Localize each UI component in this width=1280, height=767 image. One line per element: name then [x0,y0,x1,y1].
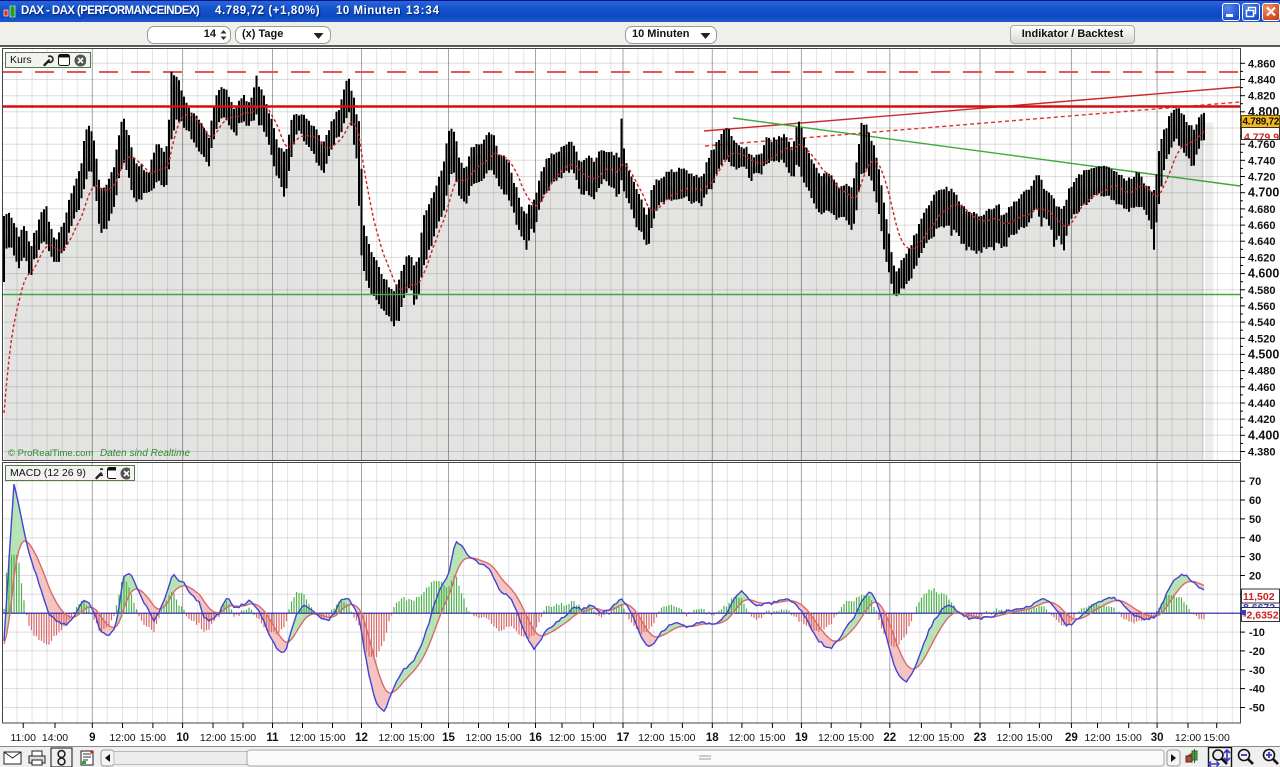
svg-text:4.600: 4.600 [1248,267,1279,281]
svg-text:15: 15 [442,732,455,744]
svg-text:15:00: 15:00 [580,732,606,744]
svg-text:4.400: 4.400 [1248,428,1279,442]
svg-text:-40: -40 [1249,684,1265,696]
svg-text:15:00: 15:00 [1204,732,1230,744]
svg-text:-2,6352: -2,6352 [1243,610,1279,622]
svg-text:12: 12 [355,732,368,744]
svg-text:15:00: 15:00 [230,732,256,744]
svg-text:4.440: 4.440 [1248,398,1276,410]
svg-text:29: 29 [1065,732,1078,744]
svg-text:23: 23 [974,732,987,744]
svg-text:© ProRealTime.com: © ProRealTime.com [8,448,93,459]
svg-text:12:00: 12:00 [638,732,664,744]
svg-text:4.520: 4.520 [1248,333,1276,345]
svg-text:70: 70 [1249,476,1261,488]
svg-text:12:00: 12:00 [109,732,135,744]
svg-text:15:00: 15:00 [848,732,874,744]
svg-text:4.620: 4.620 [1248,252,1276,264]
svg-text:16: 16 [529,732,542,744]
svg-text:4.840: 4.840 [1248,75,1276,87]
svg-text:22: 22 [883,732,896,744]
svg-text:4.700: 4.700 [1248,186,1279,200]
svg-text:18: 18 [706,732,719,744]
svg-text:10: 10 [176,732,189,744]
svg-text:30: 30 [1249,552,1261,564]
svg-text:15:00: 15:00 [1026,732,1052,744]
svg-text:12:00: 12:00 [378,732,404,744]
svg-text:4.640: 4.640 [1248,236,1276,248]
svg-text:30: 30 [1151,732,1164,744]
svg-text:4.380: 4.380 [1248,447,1276,459]
svg-text:12:00: 12:00 [289,732,315,744]
svg-text:15:00: 15:00 [759,732,785,744]
svg-text:12:00: 12:00 [549,732,575,744]
svg-text:50: 50 [1249,514,1261,526]
svg-text:-10: -10 [1249,627,1265,639]
svg-text:15:00: 15:00 [495,732,521,744]
svg-text:4.720: 4.720 [1248,172,1276,184]
svg-text:12:00: 12:00 [908,732,934,744]
svg-text:40: 40 [1249,533,1261,545]
svg-text:12:00: 12:00 [997,732,1023,744]
svg-text:15:00: 15:00 [408,732,434,744]
svg-text:4.660: 4.660 [1248,220,1276,232]
svg-text:12:00: 12:00 [818,732,844,744]
svg-text:-30: -30 [1249,665,1265,677]
svg-text:9: 9 [89,732,95,744]
svg-text:17: 17 [617,732,630,744]
svg-text:19: 19 [795,732,808,744]
svg-text:11,502: 11,502 [1243,591,1275,603]
svg-text:4.540: 4.540 [1248,317,1276,329]
svg-text:4.789,72: 4.789,72 [1243,117,1280,128]
svg-text:14:00: 14:00 [42,732,68,744]
svg-text:4.420: 4.420 [1248,414,1276,426]
svg-text:15:00: 15:00 [669,732,695,744]
svg-text:11:00: 11:00 [10,732,36,744]
svg-text:4.760: 4.760 [1248,139,1276,151]
svg-text:12:00: 12:00 [200,732,226,744]
svg-text:15:00: 15:00 [319,732,345,744]
svg-text:12:00: 12:00 [465,732,491,744]
svg-text:12:00: 12:00 [729,732,755,744]
svg-text:4.480: 4.480 [1248,366,1276,378]
svg-text:4.460: 4.460 [1248,382,1276,394]
svg-text:12:00: 12:00 [1175,732,1201,744]
svg-text:4.680: 4.680 [1248,204,1276,216]
svg-text:4.560: 4.560 [1248,301,1276,313]
svg-text:4.740: 4.740 [1248,155,1276,167]
svg-text:12:00: 12:00 [1084,732,1110,744]
svg-text:15:00: 15:00 [1116,732,1142,744]
svg-text:Daten sind Realtime: Daten sind Realtime [100,448,190,459]
svg-text:15:00: 15:00 [938,732,964,744]
svg-text:11: 11 [266,732,279,744]
svg-text:-50: -50 [1249,703,1265,715]
svg-text:4.500: 4.500 [1248,347,1279,361]
svg-text:4.820: 4.820 [1248,91,1276,103]
svg-text:60: 60 [1249,495,1261,507]
svg-text:4.580: 4.580 [1248,285,1276,297]
svg-text:4.860: 4.860 [1248,58,1276,70]
svg-text:20: 20 [1249,571,1261,583]
svg-text:-20: -20 [1249,646,1265,658]
svg-text:15:00: 15:00 [140,732,166,744]
